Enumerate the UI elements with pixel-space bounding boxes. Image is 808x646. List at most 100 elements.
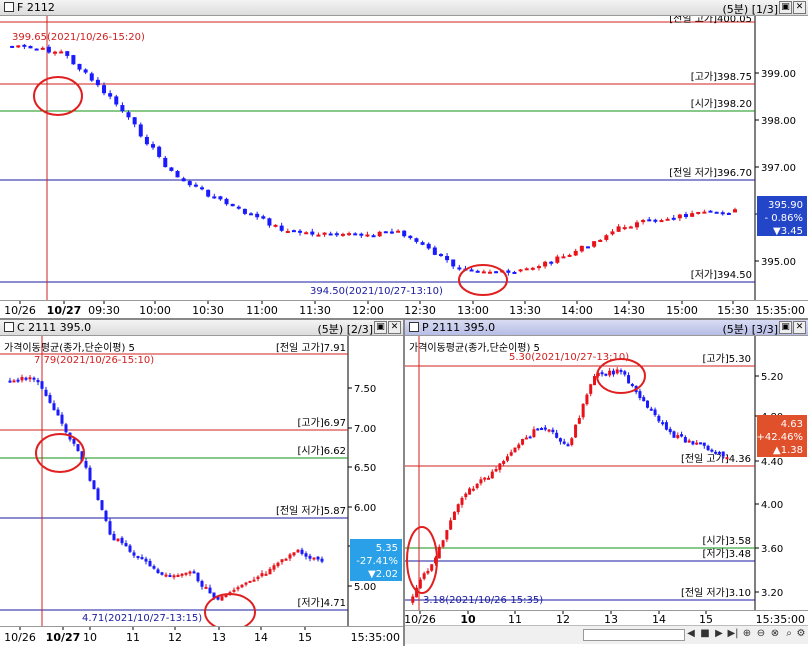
- top-candle: [218, 196, 223, 200]
- price-box-text: ▼2.02: [368, 569, 398, 580]
- put-chart-canvas[interactable]: 가격이동평균(종가,단순이평) 5[고가]5.30[전일 고가]4.36[시가]…: [405, 336, 808, 626]
- top-titlebar: F 2112 (5분) [1/3] ▣ ✕: [0, 0, 808, 16]
- put-candle: [706, 445, 710, 451]
- x-tick-label: 10/27: [47, 304, 82, 317]
- call-candle: [304, 553, 308, 557]
- call-candle: [312, 557, 316, 560]
- restore-icon[interactable]: ▣: [779, 1, 792, 14]
- highlight-circle: [35, 433, 85, 473]
- x-tick-label: 09:30: [88, 304, 120, 317]
- x-tick-label: 10/26: [4, 304, 36, 317]
- close-icon[interactable]: ✕: [388, 321, 401, 334]
- top-candle: [628, 226, 633, 229]
- scroll-right-icon[interactable]: ▶: [713, 628, 725, 640]
- put-candle: [683, 437, 687, 443]
- put-candle: [638, 391, 642, 399]
- call-chart-canvas[interactable]: 가격이동평균(종가,단순이평) 5 [전일 고가]7.91 [고가]6.97 [시가]…: [0, 336, 403, 626]
- top-candle: [151, 144, 156, 148]
- call-candle: [96, 488, 100, 500]
- put-candle: [445, 530, 449, 540]
- scroll-end-icon[interactable]: ▶|: [727, 628, 739, 640]
- x-tick-label: 11:00: [246, 304, 278, 317]
- call-candle: [220, 596, 224, 601]
- call-candle: [276, 562, 280, 567]
- top-candle: [310, 231, 315, 235]
- top-chart-canvas[interactable]: [전일 고가]400.05 [고가]398.75 [시가]398.20 [전일 저가]…: [0, 16, 808, 304]
- top-candle: [40, 47, 45, 50]
- checkbox-icon[interactable]: [4, 2, 14, 12]
- top-candle: [506, 270, 511, 273]
- x-tick-label: 14: [254, 631, 268, 644]
- restore-icon[interactable]: ▣: [374, 321, 387, 334]
- close-icon[interactable]: ✕: [793, 321, 806, 334]
- zoom-out-icon[interactable]: ⊖: [755, 628, 767, 640]
- call-candle: [136, 556, 140, 559]
- call-candle: [272, 565, 276, 570]
- y-tick-label: 397.00: [761, 163, 796, 174]
- put-candle: [721, 451, 725, 457]
- zoom-in-icon[interactable]: ⊕: [741, 628, 753, 640]
- put-candle: [608, 370, 612, 376]
- price-box-text: -27.41%: [356, 556, 398, 567]
- top-candle: [512, 271, 517, 274]
- call-candle: [108, 521, 112, 535]
- put-candle: [456, 504, 460, 513]
- search-icon[interactable]: ⌕: [783, 628, 795, 640]
- top-candle: [690, 213, 695, 217]
- put-candle: [577, 418, 581, 424]
- y-tick-label: 7.00: [354, 424, 376, 435]
- call-title: C 2111 395.0: [17, 321, 92, 334]
- top-candle: [267, 218, 272, 226]
- put-candle: [509, 452, 513, 456]
- top-candle: [377, 231, 382, 237]
- prev-low-label: [전일 저가]396.70: [669, 167, 752, 179]
- zoom-reset-icon[interactable]: ⊗: [769, 628, 781, 640]
- call-candle: [48, 395, 52, 403]
- put-candle: [422, 573, 426, 579]
- close-icon[interactable]: ✕: [793, 1, 806, 14]
- checkbox-icon[interactable]: [4, 322, 14, 332]
- put-candle: [426, 570, 430, 574]
- put-candle: [623, 371, 627, 375]
- top-candle: [733, 209, 737, 213]
- put-candle: [630, 384, 634, 387]
- top-candle: [16, 45, 21, 48]
- top-time-axis: 10/26 10/27 09:30 10:00 10:30 11:00 11:30 12:00…: [0, 300, 808, 318]
- put-candle: [517, 444, 521, 449]
- put-candle: [619, 370, 623, 373]
- settings-icon[interactable]: ⚙: [795, 628, 807, 640]
- checkbox-icon[interactable]: [409, 322, 419, 332]
- call-candle: [132, 552, 136, 556]
- put-candle: [691, 441, 695, 445]
- x-tick-label: 10: [460, 613, 476, 625]
- call-candle: [32, 377, 36, 380]
- high-marker-label: 399.65(2021/10/26-15:20): [12, 32, 145, 43]
- top-candle: [193, 184, 198, 187]
- top-candle: [273, 224, 278, 227]
- call-candle: [92, 480, 96, 490]
- call-candle: [12, 380, 16, 383]
- top-candle: [261, 216, 266, 219]
- put-candle: [524, 437, 528, 440]
- top-candle: [65, 51, 70, 56]
- put-candle: [680, 434, 684, 437]
- call-candle: [24, 377, 28, 380]
- top-candle: [334, 233, 339, 236]
- call-candle: [248, 580, 252, 583]
- top-candle: [322, 232, 327, 235]
- put-candle: [490, 471, 494, 479]
- put-candle: [551, 429, 555, 433]
- restore-icon[interactable]: ▣: [779, 321, 792, 334]
- call-candle: [200, 580, 204, 587]
- prev-high-label: [전일 고가]400.05: [669, 16, 752, 25]
- x-tick-label: 10: [83, 631, 97, 644]
- scroll-track[interactable]: [583, 629, 685, 641]
- put-xaxis-svg: 10/26 10 11 12 13 14 15 15:35:00: [405, 611, 805, 626]
- price-box-text: 4.63: [781, 419, 803, 430]
- top-candle: [255, 213, 260, 218]
- stop-icon[interactable]: ■: [699, 628, 711, 640]
- scroll-left-icon[interactable]: ◀: [685, 628, 697, 640]
- top-title: F 2112: [4, 1, 55, 14]
- top-candle: [353, 233, 358, 236]
- top-candle: [10, 45, 15, 48]
